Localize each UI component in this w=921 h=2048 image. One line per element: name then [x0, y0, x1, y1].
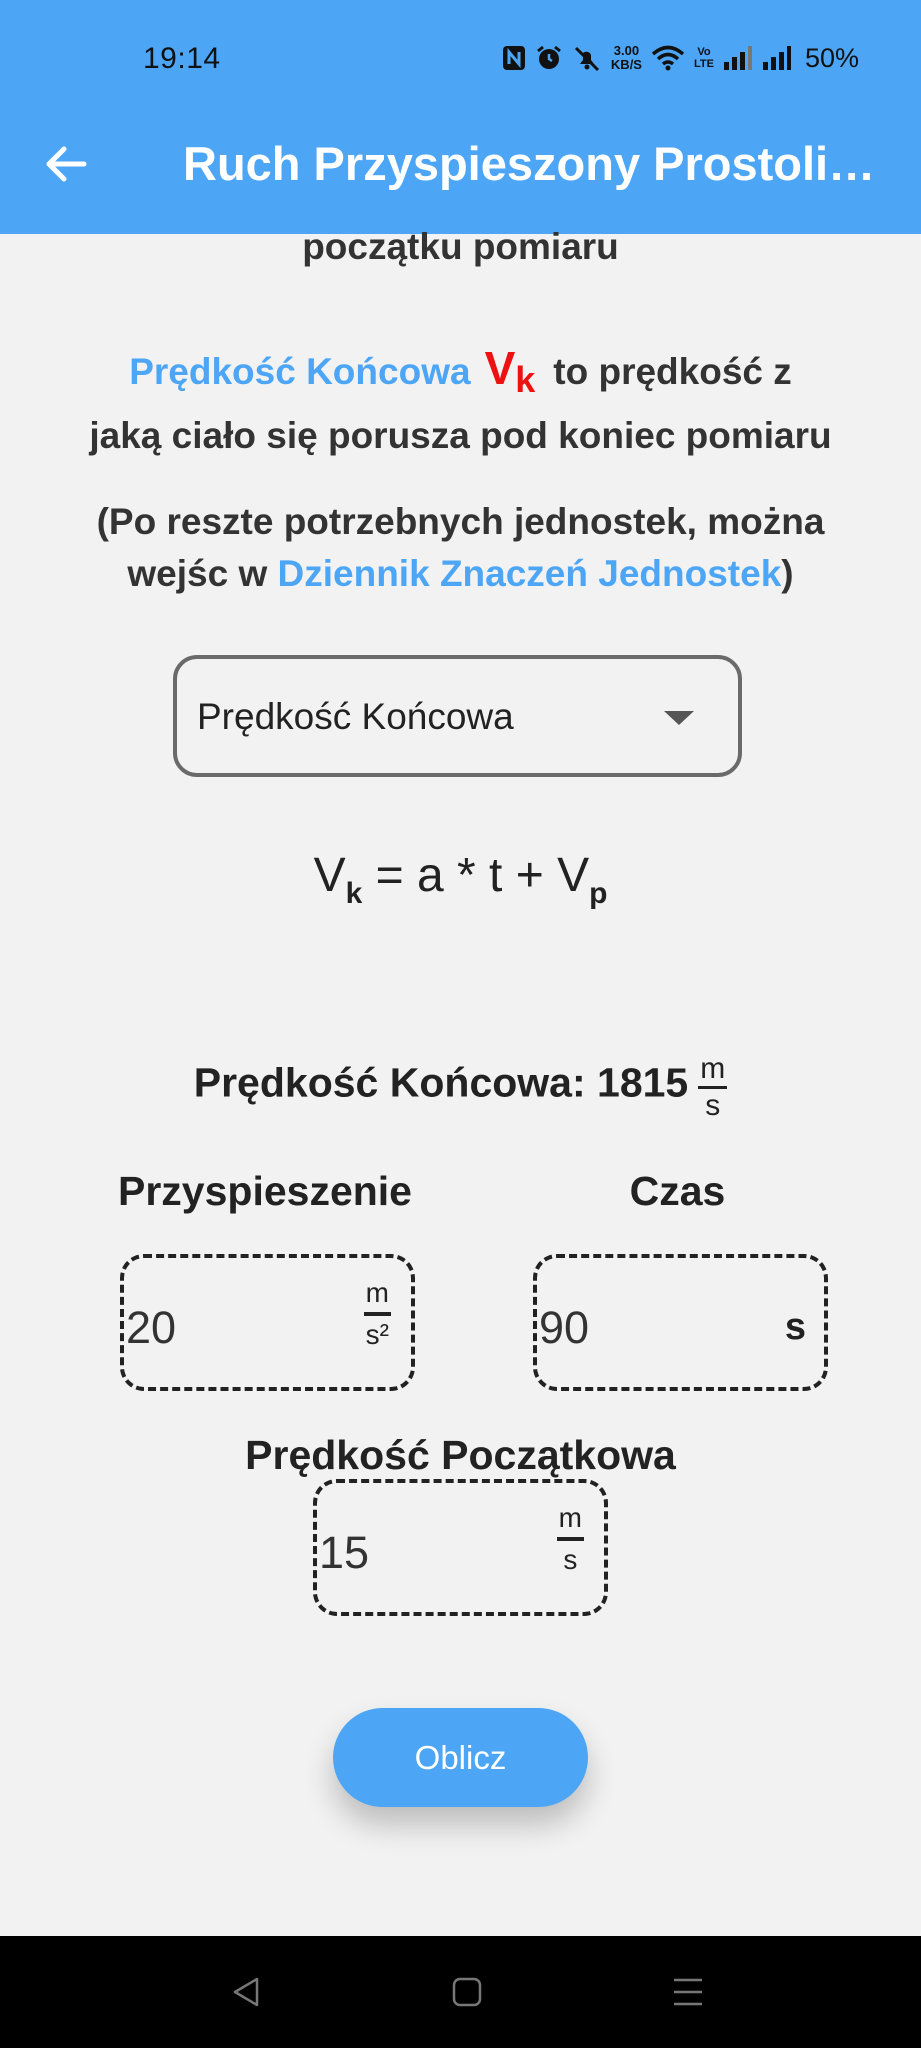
- velocity-symbol: Vk: [484, 342, 536, 400]
- definition-text-1: to prędkość z: [553, 351, 792, 392]
- mute-icon: [572, 44, 602, 72]
- nav-menu-button[interactable]: [666, 1970, 710, 2014]
- volte-top: Vo: [697, 46, 711, 58]
- square-home-icon: [452, 1977, 482, 2007]
- acceleration-input[interactable]: 20 m s²: [120, 1254, 415, 1391]
- acceleration-unit-den: s²: [365, 1319, 389, 1350]
- acceleration-label: Przyspieszenie: [118, 1168, 412, 1214]
- triangle-back-icon: [233, 1977, 259, 2007]
- back-button[interactable]: [38, 136, 94, 192]
- nav-back-button[interactable]: [224, 1970, 268, 2014]
- initial-velocity-value: 15: [319, 1527, 370, 1578]
- volte-bottom: LTE: [693, 58, 714, 70]
- status-time: 19:14: [143, 42, 221, 75]
- nfc-icon: [502, 44, 526, 72]
- scrolled-text-fragment: początku pomiaru: [302, 226, 619, 267]
- formula-v: V: [313, 849, 346, 902]
- acceleration-value: 20: [126, 1302, 177, 1353]
- formula-middle: = a * t +: [362, 849, 558, 902]
- note-line-1: (Po reszte potrzebnych jednostek, można: [96, 501, 825, 542]
- signal-icon: [723, 45, 753, 71]
- time-unit: s: [784, 1306, 806, 1348]
- note-line-2: wejśc w Dziennik Znaczeń Jednostek): [0, 548, 921, 600]
- note-prefix: wejśc w: [127, 553, 278, 594]
- dropdown-selected: Prędkość Końcowa: [197, 696, 514, 737]
- menu-lines-icon: [674, 1978, 702, 2006]
- result-unit-den: s: [705, 1089, 721, 1122]
- units-note: (Po reszte potrzebnych jednostek, można …: [0, 496, 921, 600]
- arrow-left-icon: [46, 146, 87, 182]
- acceleration-unit-num: m: [365, 1277, 389, 1308]
- dropdown-arrow-icon: [664, 711, 694, 725]
- app-header: 19:14 3.00 KB/S Vo LTE 50% Ruch Przyspie…: [0, 0, 921, 234]
- wifi-icon: [651, 44, 685, 72]
- definition-line-1: Prędkość Końcowa Vk to prędkość z: [0, 340, 921, 408]
- time-value: 90: [539, 1302, 590, 1353]
- formula-v2-sub: p: [589, 877, 608, 910]
- formula-v-sub: k: [345, 877, 363, 910]
- acceleration-unit: m s²: [363, 1274, 391, 1354]
- signal-icon: [762, 45, 792, 71]
- velocity-symbol-letter: V: [484, 342, 516, 394]
- net-speed-value: 3.00: [613, 43, 640, 58]
- result-label: Prędkość Końcowa: 1815: [193, 1059, 689, 1106]
- initial-velocity-label: Prędkość Początkowa: [245, 1432, 676, 1478]
- battery-level: 50%: [804, 42, 859, 73]
- net-speed-unit: KB/S: [610, 57, 642, 72]
- initial-velocity-unit: m s: [556, 1499, 584, 1579]
- alarm-icon: [535, 44, 563, 72]
- initial-velocity-input[interactable]: 15 m s: [313, 1479, 608, 1616]
- time-label: Czas: [629, 1168, 726, 1214]
- calculate-button[interactable]: Oblicz: [333, 1708, 588, 1807]
- definition-line-2: jaką ciało się porusza pod koniec pomiar…: [89, 415, 832, 456]
- status-icons: 3.00 KB/S Vo LTE 50%: [502, 40, 859, 76]
- velocity-symbol-sub: k: [515, 359, 536, 400]
- result-text: Prędkość Końcowa: 1815 m s: [0, 1050, 921, 1123]
- initial-velocity-unit-den: s: [563, 1544, 578, 1575]
- nav-home-button[interactable]: [445, 1970, 489, 2014]
- quantity-dropdown[interactable]: Prędkość Końcowa: [173, 655, 742, 777]
- net-speed: 3.00 KB/S: [611, 44, 642, 72]
- page-title: Ruch Przyspieszony Prostoliniowy: [183, 137, 893, 190]
- units-journal-link[interactable]: Dziennik Znaczeń Jednostek: [278, 553, 782, 594]
- time-input[interactable]: 90 s: [533, 1254, 828, 1391]
- formula-v2: V: [557, 849, 590, 902]
- result-unit: m s: [698, 1052, 728, 1123]
- result-unit-num: m: [700, 1052, 726, 1085]
- initial-velocity-unit-num: m: [558, 1502, 582, 1533]
- volte-indicator: Vo LTE: [694, 46, 714, 70]
- definition-text: Prędkość Końcowa Vk to prędkość z jaką cia…: [0, 340, 921, 464]
- formula: Vk = a * t + Vp: [0, 848, 921, 911]
- system-nav-bar: [0, 1936, 921, 2048]
- definition-term: Prędkość Końcowa: [129, 351, 471, 392]
- note-suffix: ): [781, 553, 794, 594]
